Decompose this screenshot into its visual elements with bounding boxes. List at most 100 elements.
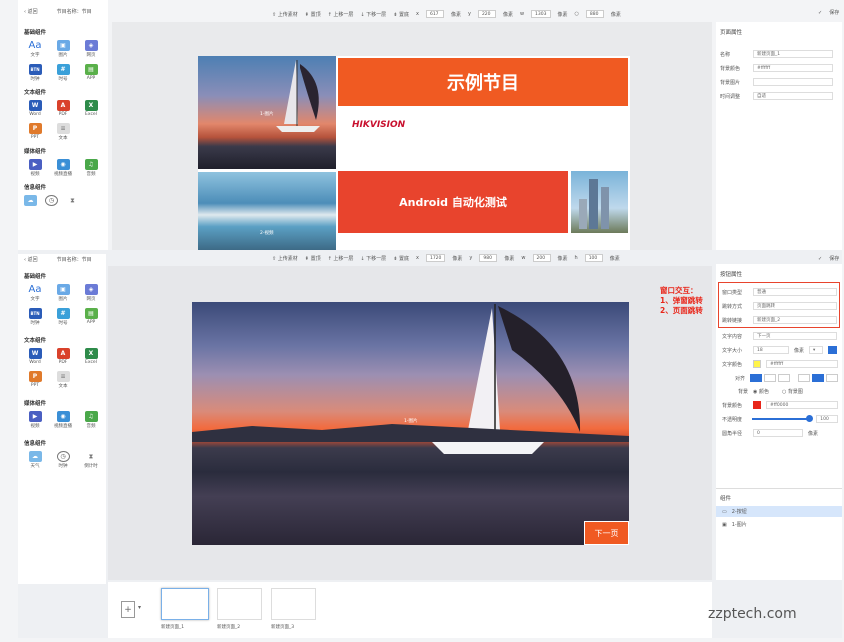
bottom-comp-number[interactable]: # 时号 — [52, 308, 74, 326]
align-right-icon[interactable] — [778, 374, 790, 382]
hourglass-icon[interactable]: ⧗ — [66, 195, 79, 206]
top-back-button[interactable]: ‹ 返回 — [24, 8, 38, 15]
top-comp-txt[interactable]: ≡ 文本 — [52, 123, 74, 141]
bottom-comp-video[interactable]: ▶ 视频 — [24, 411, 46, 429]
bottom-comp-live[interactable]: ◉ 视频直播 — [52, 411, 74, 429]
opacity-slider[interactable] — [752, 415, 814, 422]
font-size-stepper[interactable]: ▾ — [809, 346, 824, 354]
bottom-comp-pdf[interactable]: A PDF — [52, 348, 74, 365]
bottom-comp-app[interactable]: ▤ APP — [80, 308, 102, 326]
opacity-input[interactable]: 100 — [816, 415, 838, 423]
bottom-tool-bottom[interactable]: ⇟ 置底 — [393, 255, 409, 262]
radius-input[interactable]: 0 — [753, 429, 803, 437]
top-time-select[interactable]: 自适 — [753, 92, 833, 100]
window-type-select[interactable]: 普通 — [753, 288, 837, 296]
add-page-menu-icon[interactable]: ▾ — [138, 604, 141, 611]
bottom-tool-top[interactable]: ⇞ 置顶 — [305, 255, 321, 262]
hourglass-icon: ⧗ — [84, 451, 98, 462]
top-tool-up[interactable]: ↑ 上移一层 — [328, 11, 354, 18]
top-comp-pdf[interactable]: A PDF — [52, 100, 74, 117]
bottom-comp-weather[interactable]: ☁ 天气 — [24, 451, 46, 469]
top-img1-label: 1-图片 — [260, 112, 274, 117]
top-bg-image-input[interactable] — [753, 78, 833, 86]
top-slide-image-sea[interactable]: 2-视频 — [198, 172, 336, 250]
top-comp-image[interactable]: ▣ 图片 — [52, 40, 74, 58]
top-tool-top[interactable]: ⇞ 置顶 — [305, 11, 321, 18]
top-comp-web[interactable]: ◈ 网页 — [80, 40, 102, 58]
button-text-input[interactable]: 下一页 — [753, 332, 837, 340]
jump-mode-select[interactable]: 页面跳转 — [753, 302, 837, 310]
top-x-input[interactable]: 617 — [425, 10, 444, 18]
add-page-button[interactable]: + — [121, 601, 135, 618]
top-comp-app[interactable]: ▤ APP — [80, 64, 102, 82]
align-left-icon[interactable] — [750, 374, 762, 382]
valign-top-icon[interactable] — [798, 374, 810, 382]
bottom-h-input[interactable]: 100 — [584, 254, 603, 262]
valign-bottom-icon[interactable] — [826, 374, 838, 382]
top-y-input[interactable]: 220 — [477, 10, 496, 18]
bottom-w-input[interactable]: 200 — [532, 254, 551, 262]
jump-link-select[interactable]: 新建页面_2 — [753, 316, 837, 324]
top-comp-ppt[interactable]: P PPT — [24, 123, 46, 141]
top-name-input[interactable]: 新建页面_1 — [753, 50, 833, 58]
top-tool-bottom[interactable]: ⇟ 置底 — [393, 11, 409, 18]
bottom-slide-image[interactable]: 1-图片 — [192, 302, 629, 545]
bg-image-radio[interactable]: ○ 背景图 — [782, 388, 803, 395]
bottom-comp-txt[interactable]: ≡ 文本 — [52, 371, 74, 389]
next-page-button[interactable]: 下一页 — [584, 521, 629, 545]
font-size-input[interactable]: 18 — [753, 346, 789, 354]
bottom-comp-word[interactable]: W Word — [24, 348, 46, 365]
bottom-x-input[interactable]: 1720 — [425, 254, 446, 262]
txt-icon: ≡ — [56, 123, 70, 134]
bottom-tool-down[interactable]: ↓ 下移一层 — [360, 255, 386, 262]
weather-icon[interactable]: ☁ — [24, 195, 37, 206]
align-center-icon[interactable] — [764, 374, 776, 382]
bottom-y-input[interactable]: 980 — [479, 254, 498, 262]
bottom-save-button[interactable]: ✓ 保存 — [818, 255, 839, 263]
text-color-swatch[interactable] — [753, 360, 761, 368]
pdf-icon: A — [56, 348, 70, 359]
component-row-button[interactable]: ▭ 2-按钮 — [716, 506, 842, 517]
top-h-input[interactable]: 880 — [585, 10, 604, 18]
page-thumb-3[interactable] — [271, 588, 316, 620]
top-comp-text[interactable]: Aa 文字 — [24, 40, 46, 58]
valign-middle-icon[interactable] — [812, 374, 824, 382]
bottom-back-button[interactable]: ‹ 返回 — [24, 256, 38, 263]
top-w-input[interactable]: 1303 — [531, 10, 551, 18]
bottom-right-title: 按钮属性 — [720, 272, 743, 278]
bottom-comp-ppt[interactable]: P PPT — [24, 371, 46, 389]
bg-color-input[interactable]: #ff0000 — [766, 401, 838, 409]
clock-icon[interactable]: ◷ — [45, 195, 58, 206]
bold-toggle[interactable] — [828, 346, 838, 354]
top-slide-image-sunset[interactable]: 1-图片 — [198, 56, 336, 169]
bottom-comp-time[interactable]: ◷ 时钟 — [52, 451, 74, 469]
top-comp-number[interactable]: # 时号 — [52, 64, 74, 82]
bg-color-radio[interactable]: ◉ 颜色 — [753, 388, 769, 395]
text-color-input[interactable]: #ffffff — [766, 360, 838, 368]
bottom-tool-upload[interactable]: ⇪ 上传素材 — [272, 255, 298, 262]
page-thumb-1[interactable] — [161, 588, 209, 620]
bottom-comp-web[interactable]: ◈ 网页 — [80, 284, 102, 302]
bottom-comp-text[interactable]: Aa 文字 — [24, 284, 46, 302]
page-label-1: 新建页面_1 — [161, 625, 185, 630]
top-bg-color-input[interactable]: #ffffff — [753, 64, 833, 72]
top-slide-image-buildings[interactable] — [571, 171, 628, 233]
component-row-image[interactable]: ▣ 1-图片 — [716, 519, 842, 530]
bottom-comp-audio[interactable]: ♫ 音频 — [80, 411, 102, 429]
top-comp-word[interactable]: W Word — [24, 100, 46, 117]
top-comp-video[interactable]: ▶ 视频 — [24, 159, 46, 177]
top-comp-clock[interactable]: BTN 时钟 — [24, 64, 46, 82]
top-comp-live[interactable]: ◉ 视频直播 — [52, 159, 74, 177]
top-save-button[interactable]: ✓ 保存 — [818, 9, 839, 17]
bottom-comp-clock[interactable]: BTN 时钟 — [24, 308, 46, 326]
top-tool-upload[interactable]: ⇪ 上传素材 — [272, 11, 298, 18]
top-comp-excel[interactable]: X Excel — [80, 100, 102, 117]
bottom-tool-up[interactable]: ↑ 上移一层 — [328, 255, 354, 262]
bg-color-swatch[interactable] — [753, 401, 761, 409]
page-thumb-2[interactable] — [217, 588, 262, 620]
bottom-comp-countdown[interactable]: ⧗ 倒计时 — [80, 451, 102, 469]
top-tool-down[interactable]: ↓ 下移一层 — [360, 11, 386, 18]
bottom-comp-image[interactable]: ▣ 图片 — [52, 284, 74, 302]
bottom-comp-excel[interactable]: X Excel — [80, 348, 102, 365]
top-comp-audio[interactable]: ♫ 音频 — [80, 159, 102, 177]
